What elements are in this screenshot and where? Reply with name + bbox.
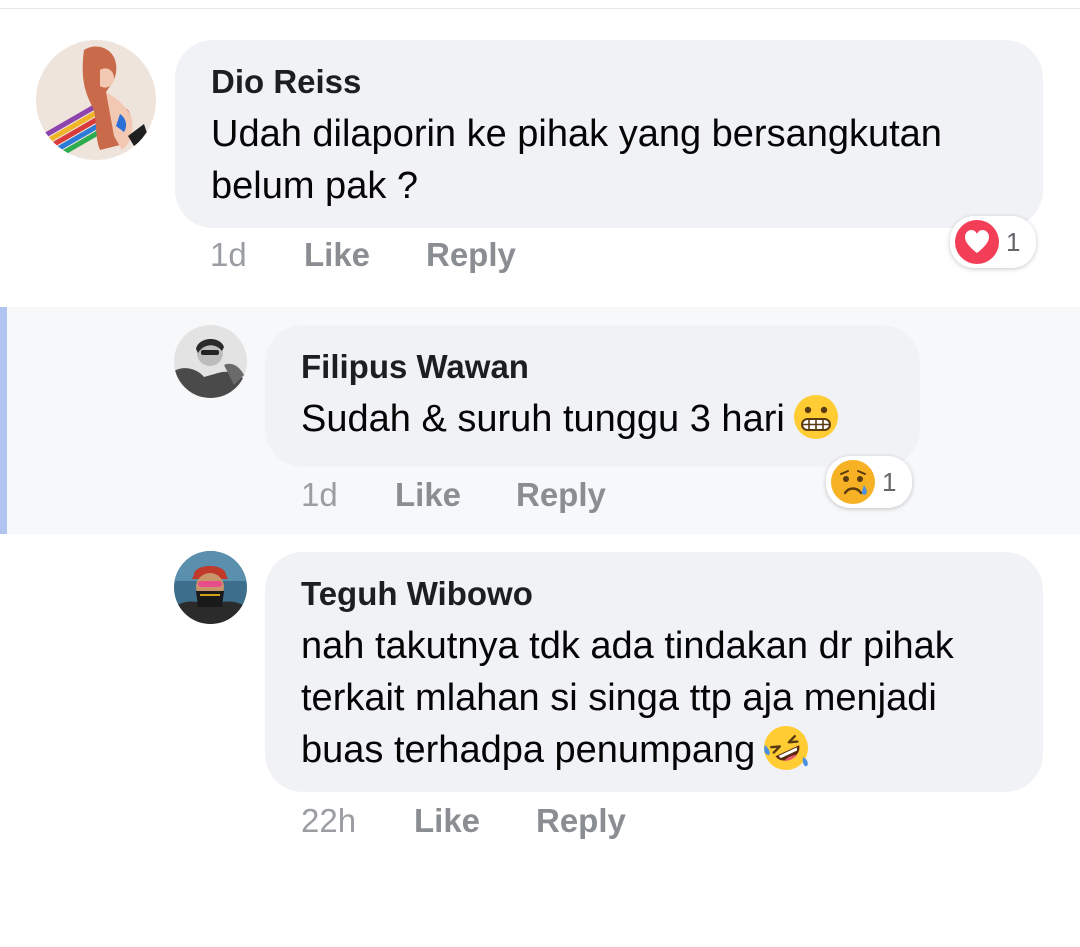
comment-text-content: Sudah & suruh tunggu 3 hari (301, 398, 785, 440)
comment-text-content: nah takutnya tdk ada tindakan dr pihak t… (301, 625, 954, 771)
comment-actions: 1d Like Reply (210, 236, 710, 276)
comment-timestamp: 22h (301, 802, 357, 839)
reply-button[interactable]: Reply (536, 802, 626, 840)
avatar-dio-reiss[interactable] (36, 40, 156, 160)
comment-bubble[interactable]: Teguh Wibowo nah takutnya tdk ada tindak… (265, 552, 1043, 792)
comment-actions: 1d Like Reply (301, 476, 701, 516)
reaction-summary[interactable]: 1 (826, 456, 912, 508)
profile-photo-icon (174, 551, 247, 624)
reaction-summary[interactable]: 1 (950, 216, 1036, 268)
grimacing-emoji-icon (793, 394, 838, 439)
reaction-count: 1 (882, 466, 897, 497)
like-button[interactable]: Like (304, 236, 370, 274)
comment-text: Sudah & suruh tunggu 3 hari (301, 393, 884, 445)
comment-author[interactable]: Teguh Wibowo (301, 574, 1007, 614)
like-button[interactable]: Like (395, 476, 461, 514)
reaction-count: 1 (1006, 226, 1021, 257)
like-button[interactable]: Like (414, 802, 480, 840)
top-divider (0, 8, 1080, 9)
comment-text: nah takutnya tdk ada tindakan dr pihak t… (301, 620, 1007, 776)
rolling-on-floor-laughing-emoji-icon (764, 725, 809, 770)
comment-bubble[interactable]: Filipus Wawan Sudah & suruh tunggu 3 har… (265, 325, 920, 467)
comment-text: Udah dilaporin ke pihak yang bersangkuta… (211, 113, 942, 207)
profile-photo-icon (36, 40, 156, 160)
sad-reaction-icon (831, 460, 875, 504)
reply-button[interactable]: Reply (516, 476, 606, 514)
comment-timestamp: 1d (210, 236, 247, 273)
profile-photo-icon (174, 325, 247, 398)
comment-timestamp: 1d (301, 476, 338, 513)
comment-author[interactable]: Filipus Wawan (301, 347, 884, 387)
avatar-teguh-wibowo[interactable] (174, 551, 247, 624)
comment-author[interactable]: Dio Reiss (211, 62, 1007, 102)
heart-reaction-icon (955, 220, 999, 264)
avatar-filipus-wawan[interactable] (174, 325, 247, 398)
comment-actions: 22h Like Reply (301, 802, 701, 842)
reply-button[interactable]: Reply (426, 236, 516, 274)
comment-bubble[interactable]: Dio Reiss Udah dilaporin ke pihak yang b… (175, 40, 1043, 228)
highlight-indicator-bar (0, 307, 7, 534)
